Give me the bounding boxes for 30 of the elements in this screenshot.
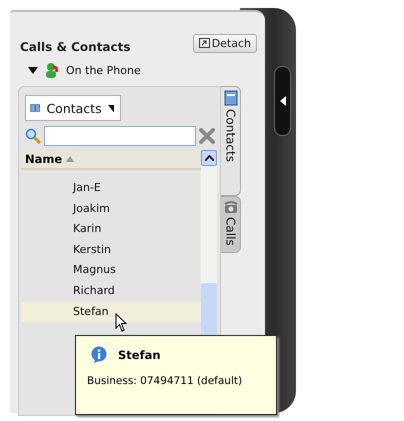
contact-row[interactable]: Karin [21, 219, 201, 240]
search-field[interactable] [44, 126, 196, 146]
person-phone-icon [44, 62, 60, 78]
address-book-icon [224, 90, 238, 106]
panel-title: Calls & Contacts [20, 40, 131, 54]
detach-button[interactable]: Detach [192, 34, 257, 52]
book-icon [30, 101, 40, 115]
contact-row[interactable]: Kerstin [21, 240, 201, 260]
telephone-icon [224, 200, 238, 214]
info-icon [90, 346, 108, 364]
dropdown-triangle-icon[interactable] [28, 66, 38, 74]
contact-row[interactable]: Jan-E [21, 178, 201, 199]
contact-row[interactable]: Magnus [21, 260, 201, 281]
tooltip-title: Stefan [118, 348, 161, 362]
mouse-cursor-icon [115, 313, 129, 333]
contact-row[interactable]: Joakim [21, 198, 201, 220]
contact-row[interactable]: Stefan [21, 302, 201, 322]
side-tab[interactable]: Calls [221, 196, 241, 253]
search-icon [25, 128, 41, 144]
left-arrow-icon [280, 96, 286, 106]
status-label: On the Phone [66, 64, 141, 76]
side-tab[interactable]: Contacts [221, 86, 241, 196]
caret-icon [108, 104, 114, 112]
collapse-handle[interactable] [274, 66, 291, 136]
detach-window-icon [198, 38, 210, 48]
tooltip-text: Business: 07494711 (default) [87, 375, 244, 387]
column-header[interactable]: Name [21, 150, 201, 170]
clear-icon[interactable] [199, 128, 215, 144]
contact-row[interactable]: Richard [21, 280, 201, 302]
source-dropdown[interactable]: Contacts [25, 95, 121, 121]
